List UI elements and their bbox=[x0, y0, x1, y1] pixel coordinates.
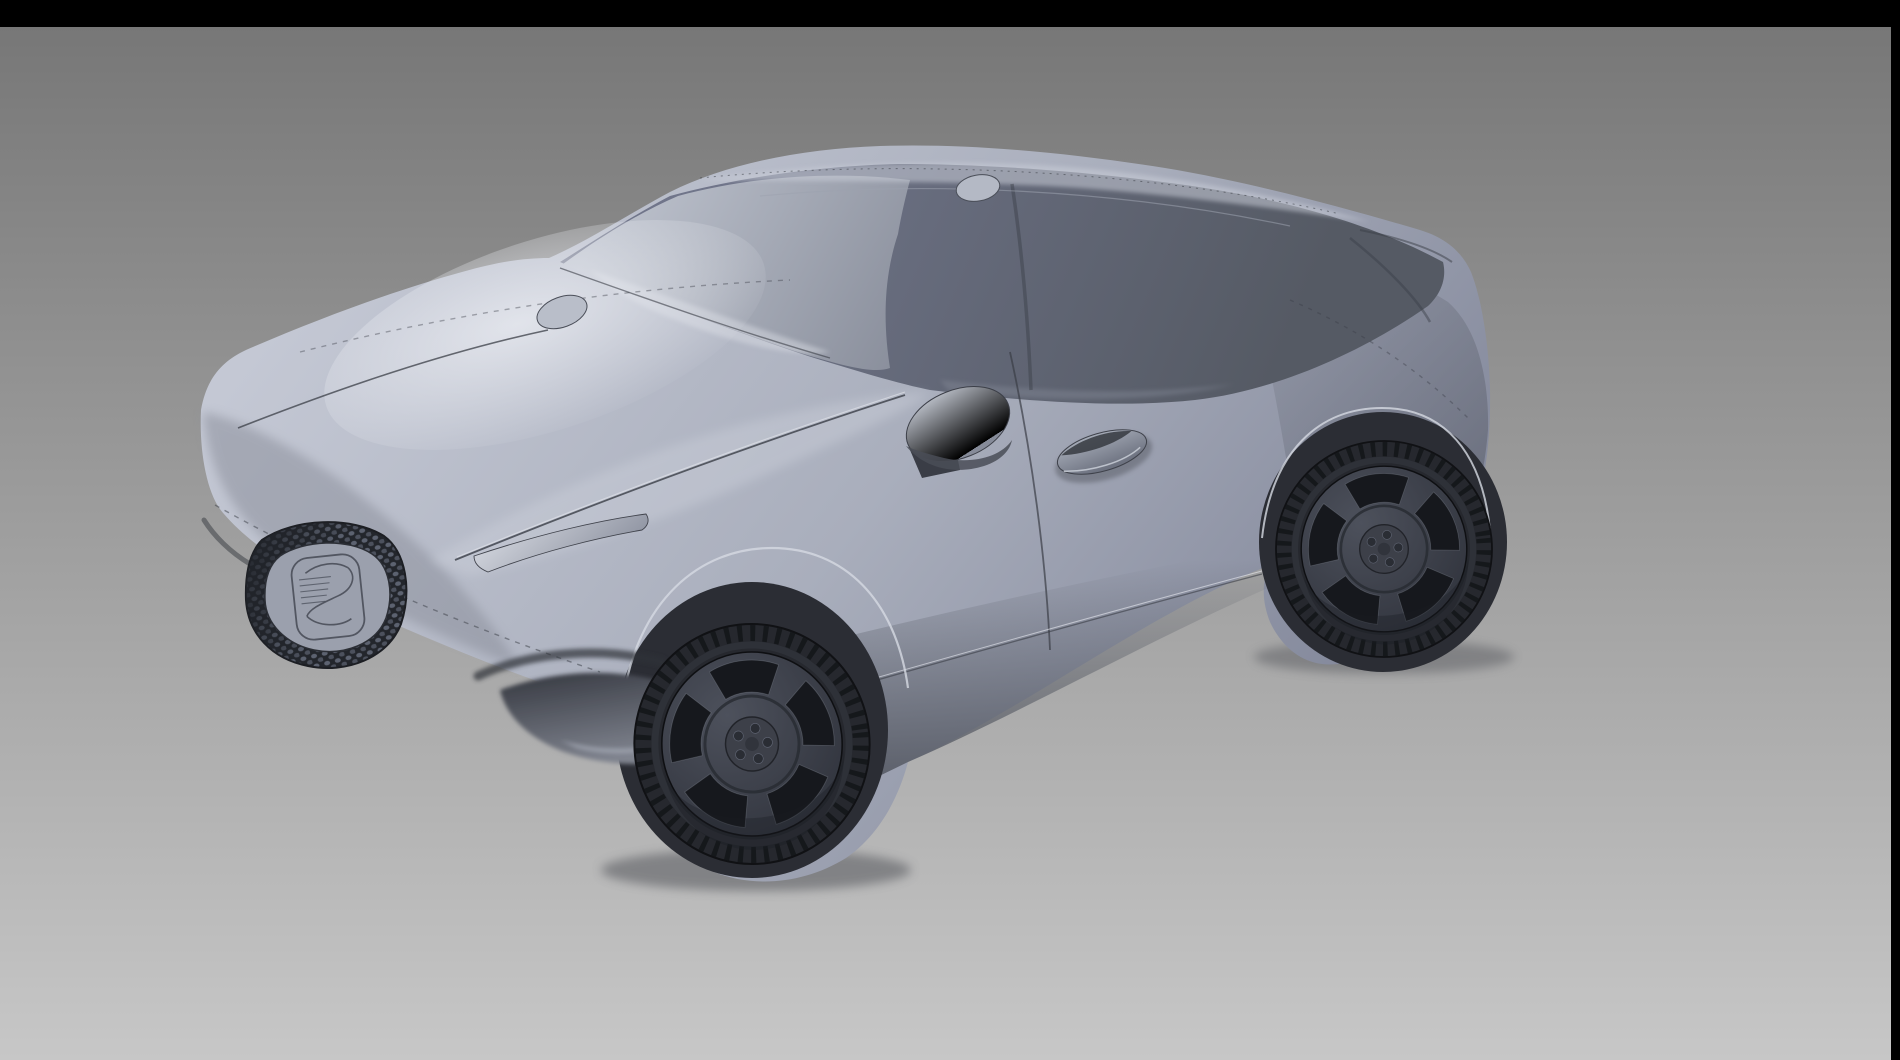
frame-top-bar bbox=[0, 0, 1900, 27]
front-grille bbox=[246, 522, 406, 668]
grille-inner-panel bbox=[265, 543, 390, 652]
viewport-3d-canvas[interactable] bbox=[0, 0, 1900, 1060]
application-window bbox=[0, 0, 1900, 1060]
frame-right-bar bbox=[1891, 0, 1900, 1060]
